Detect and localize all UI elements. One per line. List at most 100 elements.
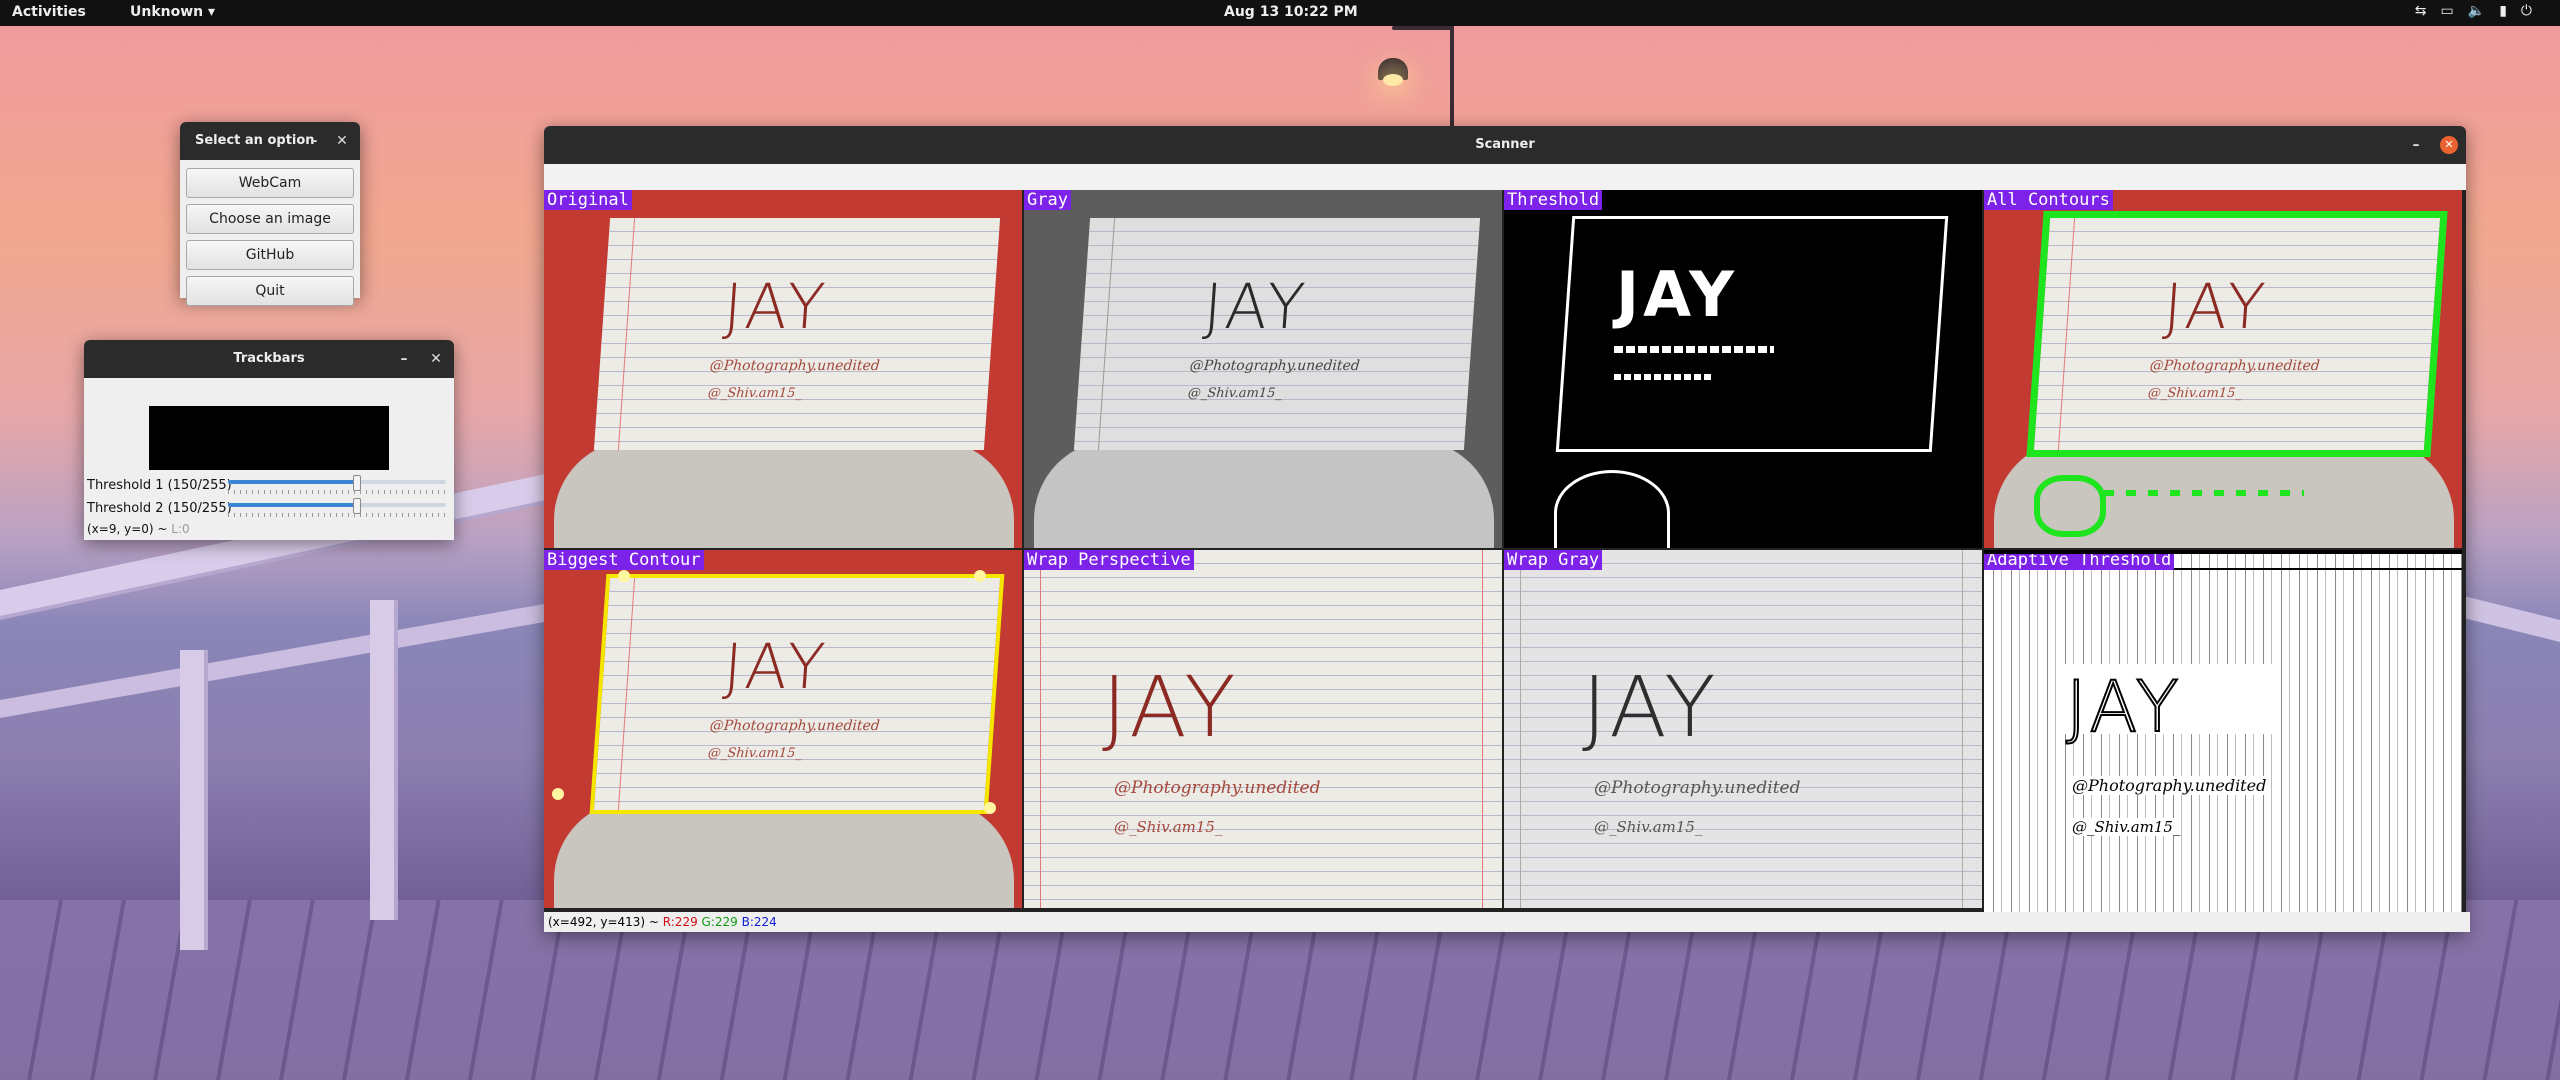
- paper: JAY @Photography.unedited @_Shiv.am15_: [593, 218, 1001, 450]
- paper: JAY @Photography.unedited @_Shiv.am15_: [2026, 211, 2448, 457]
- network-icon[interactable]: ⇆: [2415, 3, 2427, 19]
- paper-title: JAY: [1582, 658, 1720, 756]
- power-menu-icon[interactable]: ⏻: [2521, 3, 2532, 19]
- window-title: Scanner: [1475, 137, 1535, 152]
- corner-marker: [618, 570, 630, 582]
- threshold1-ticks: [228, 490, 446, 494]
- threshold-title: JAY: [1616, 258, 1739, 331]
- panel-label: Adaptive Threshold: [1984, 554, 2175, 570]
- window-title: Select an option: [195, 133, 315, 148]
- status-l-value: L:0: [171, 522, 190, 536]
- contour-dots: [2104, 490, 2304, 496]
- status-g: G:229: [701, 915, 738, 929]
- background-chair: [554, 440, 1014, 548]
- activities-button[interactable]: Activities: [12, 4, 86, 20]
- threshold2-slider[interactable]: [228, 498, 446, 514]
- panel-label: All Contours: [1984, 190, 2113, 210]
- threshold1-handle[interactable]: [353, 475, 362, 491]
- status-r: R:229: [662, 915, 698, 929]
- background-chair: [1034, 440, 1494, 548]
- paper-margin: [1962, 550, 1963, 908]
- panel-label: Original: [544, 190, 632, 210]
- select-option-window: Select an option – ✕ WebCam Choose an im…: [180, 122, 360, 306]
- threshold-chair-edge: [1554, 470, 1670, 548]
- battery-icon[interactable]: ▮: [2499, 3, 2507, 19]
- wallpaper-rail: [0, 601, 560, 718]
- paper-line2: @_Shiv.am15_: [1594, 818, 1703, 836]
- panel-biggest-contour: JAY @Photography.unedited @_Shiv.am15_ B…: [544, 550, 1022, 908]
- panel-gray: JAY @Photography.unedited @_Shiv.am15_ G…: [1024, 190, 1502, 548]
- status-b: B:224: [741, 915, 777, 929]
- panel-wrap-gray: JAY @Photography.unedited @_Shiv.am15_ W…: [1504, 550, 1982, 908]
- contour-blob: [2034, 475, 2106, 537]
- threshold1-slider[interactable]: [228, 475, 446, 491]
- panel-threshold: JAY Threshold: [1504, 190, 1982, 548]
- webcam-button[interactable]: WebCam: [186, 168, 354, 198]
- paper-line1: @Photography.unedited: [2149, 358, 2321, 374]
- screen-icon[interactable]: ▭: [2441, 3, 2454, 19]
- wallpaper-lamp: [1392, 26, 1452, 30]
- clock[interactable]: Aug 13 10:22 PM: [1224, 4, 1358, 20]
- paper-line1: @Photography.unedited: [709, 358, 881, 374]
- window-titlebar: Select an option – ✕: [180, 122, 360, 160]
- threshold2-label: Threshold 2 (150/255): [87, 501, 232, 516]
- paper-line2: @_Shiv.am15_: [1187, 386, 1283, 401]
- panel-all-contours: JAY @Photography.unedited @_Shiv.am15_ A…: [1984, 190, 2462, 548]
- scanner-status-bar: (x=492, y=413) ~ R:229 G:229 B:224: [544, 912, 2470, 932]
- paper: JAY @Photography.unedited @_Shiv.am15_: [589, 574, 1005, 814]
- close-icon[interactable]: ✕: [332, 131, 352, 151]
- panel-original: JAY @Photography.unedited @_Shiv.am15_ O…: [544, 190, 1022, 548]
- volume-icon[interactable]: 🔈: [2468, 3, 2485, 19]
- corner-marker: [552, 788, 564, 800]
- paper-title: JAY: [2161, 270, 2272, 343]
- close-icon[interactable]: ✕: [426, 349, 446, 369]
- paper-line1: @Photography.unedited: [2072, 776, 2267, 795]
- paper-margin: [1520, 550, 1521, 908]
- corner-marker: [984, 802, 996, 814]
- paper-margin: [1097, 218, 1116, 450]
- scanner-image-grid[interactable]: JAY @Photography.unedited @_Shiv.am15_ O…: [544, 190, 2466, 912]
- paper-line1: @Photography.unedited: [1114, 778, 1321, 798]
- paper-margin: [1482, 550, 1483, 908]
- background-chair: [554, 800, 1014, 908]
- wallpaper-post: [180, 650, 204, 950]
- threshold1-fill: [228, 480, 357, 484]
- paper-line2: @_Shiv.am15_: [707, 386, 803, 401]
- threshold-text-blob: [1614, 374, 1714, 380]
- paper-line2: @_Shiv.am15_: [707, 746, 803, 761]
- paper-margin: [1040, 550, 1041, 908]
- scanner-window: Scanner – ✕ JAY @Photography.unedited @_…: [544, 126, 2470, 932]
- panel-label: Wrap Gray: [1504, 550, 1603, 570]
- status-coords: (x=9, y=0) ~: [87, 522, 172, 536]
- app-menu[interactable]: Unknown ▾: [130, 4, 215, 20]
- panel-label: Biggest Contour: [544, 550, 704, 570]
- close-icon[interactable]: ✕: [2440, 136, 2458, 154]
- paper-margin: [2057, 218, 2076, 450]
- panel-label: Wrap Perspective: [1024, 550, 1194, 570]
- threshold2-handle[interactable]: [353, 498, 362, 514]
- minimize-icon[interactable]: –: [304, 131, 324, 151]
- paper-title: JAY: [2065, 665, 2183, 749]
- system-tray[interactable]: ⇆ ▭ 🔈 ▮ ⏻: [2415, 3, 2532, 19]
- window-titlebar: Trackbars – ✕: [84, 340, 454, 378]
- minimize-icon[interactable]: –: [2406, 135, 2426, 155]
- paper-margin: [617, 578, 636, 810]
- paper-margin: [617, 218, 636, 450]
- paper: JAY @Photography.unedited @_Shiv.am15_: [1073, 218, 1481, 450]
- choose-image-button[interactable]: Choose an image: [186, 204, 354, 234]
- corner-marker: [974, 570, 986, 582]
- panel-adaptive-threshold: JAY @Photography.unedited @_Shiv.am15_ A…: [1984, 550, 2462, 912]
- wallpaper-post: [370, 600, 394, 920]
- trackbars-window: Trackbars – ✕ Threshold 1 (150/255) Thre…: [84, 340, 454, 540]
- minimize-icon[interactable]: –: [394, 349, 414, 369]
- github-button[interactable]: GitHub: [186, 240, 354, 270]
- paper-line2: @_Shiv.am15_: [2072, 818, 2181, 836]
- paper-title: JAY: [721, 270, 832, 343]
- top-bar: Activities Unknown ▾ Aug 13 10:22 PM ⇆ ▭…: [0, 0, 2560, 26]
- quit-button[interactable]: Quit: [186, 276, 354, 306]
- threshold-text-blob: [1614, 346, 1774, 353]
- threshold1-label: Threshold 1 (150/255): [87, 478, 232, 493]
- trackbar-preview-image: [149, 406, 389, 470]
- wallpaper-lamp: [1450, 26, 1454, 126]
- threshold2-fill: [228, 503, 357, 507]
